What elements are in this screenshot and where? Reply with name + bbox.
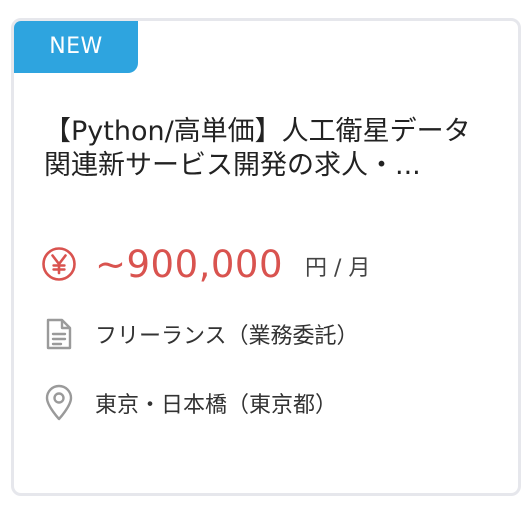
- employment-type: フリーランス（業務委託）: [95, 324, 359, 349]
- job-title[interactable]: 【Python/高単価】人工衛星データ関連新サービス開発の求人・...: [44, 115, 494, 183]
- price-value: ~900,000: [95, 242, 284, 286]
- map-pin-icon: [45, 384, 73, 421]
- document-icon: [46, 318, 72, 350]
- location-row: 東京・日本橋（東京都）: [41, 383, 337, 423]
- new-badge: NEW: [14, 21, 138, 73]
- employment-type-row: フリーランス（業務委託）: [41, 316, 359, 352]
- yen-circle-icon: [42, 247, 76, 281]
- location: 東京・日本橋（東京都）: [95, 393, 338, 418]
- price-row: ~900,000 円 / 月: [41, 242, 371, 286]
- price-unit: 円 / 月: [305, 256, 371, 281]
- job-card[interactable]: NEW 【Python/高単価】人工衛星データ関連新サービス開発の求人・... …: [11, 18, 521, 496]
